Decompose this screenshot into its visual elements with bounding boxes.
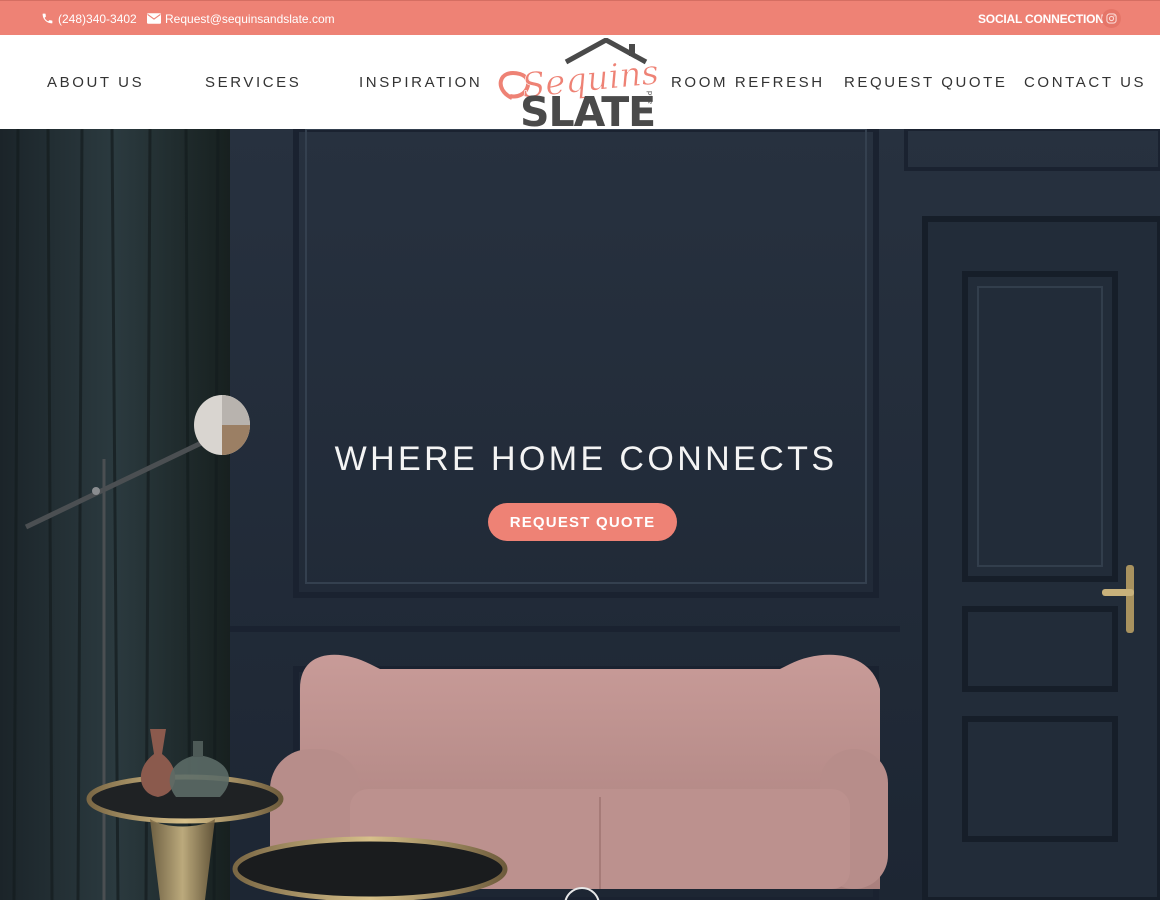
nav-request-quote[interactable]: REQUEST QUOTE bbox=[844, 74, 1008, 91]
hero-banner: WHERE HOME CONNECTS REQUEST QUOTE bbox=[0, 129, 1160, 900]
hero-request-quote-button[interactable]: REQUEST QUOTE bbox=[488, 503, 677, 541]
logo-bold-text: SLATE bbox=[520, 88, 655, 130]
email-address: Request@sequinsandslate.com bbox=[165, 11, 335, 26]
hero-title: WHERE HOME CONNECTS bbox=[334, 440, 838, 478]
phone-icon bbox=[42, 13, 53, 24]
social-connection-label: SOCIAL CONNECTION bbox=[978, 12, 1104, 26]
top-contact-bar: (248)340-3402 Request@sequinsandslate.co… bbox=[0, 0, 1160, 35]
envelope-icon bbox=[147, 13, 161, 24]
nav-room-refresh[interactable]: ROOM REFRESH bbox=[671, 74, 825, 91]
phone-link[interactable]: (248)340-3402 bbox=[41, 1, 137, 36]
site-logo[interactable]: Sequins and SLATE bbox=[496, 37, 666, 136]
logo-graphic: Sequins and SLATE bbox=[498, 37, 661, 136]
main-navigation: ABOUT US SERVICES INSPIRATION Sequins an… bbox=[0, 35, 1160, 136]
nav-contact-us[interactable]: CONTACT US bbox=[1024, 74, 1146, 91]
nav-services[interactable]: SERVICES bbox=[205, 74, 301, 91]
email-link[interactable]: Request@sequinsandslate.com bbox=[147, 1, 335, 36]
nav-inspiration[interactable]: INSPIRATION bbox=[359, 74, 482, 91]
phone-number: (248)340-3402 bbox=[58, 11, 137, 26]
instagram-icon bbox=[1106, 13, 1117, 24]
instagram-link[interactable] bbox=[1102, 9, 1121, 28]
nav-about-us[interactable]: ABOUT US bbox=[47, 74, 144, 91]
